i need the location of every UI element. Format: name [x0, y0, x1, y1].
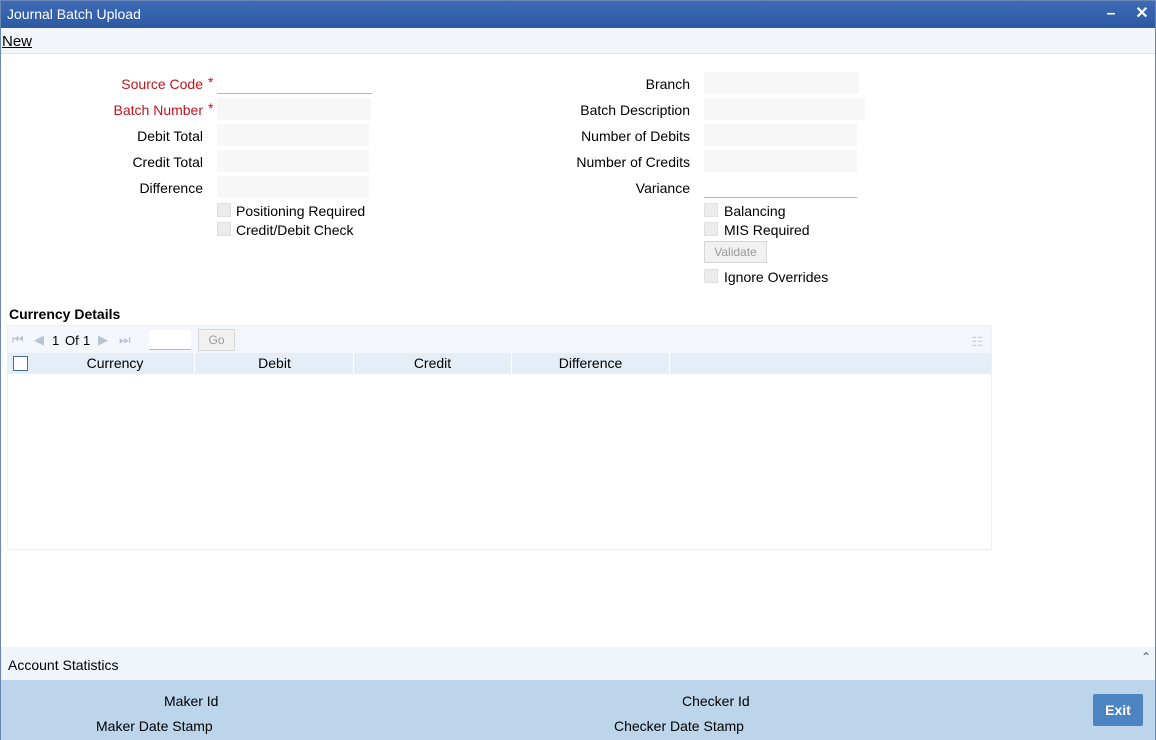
branch-input[interactable]: [704, 72, 859, 94]
branch-label: Branch: [645, 76, 690, 92]
debit-total-input[interactable]: [217, 124, 369, 146]
mis-required-label: MIS Required: [724, 222, 810, 238]
current-page: 1: [52, 333, 60, 348]
new-menu-item[interactable]: New: [2, 33, 32, 50]
mis-required-checkbox[interactable]: [704, 222, 718, 236]
grid-toolbar: ⏮ ◀ 1 Of 1 ▶ ⏭ Go ☷: [8, 326, 991, 353]
menu-bar: New: [1, 28, 1155, 54]
number-of-credits-input[interactable]: [704, 150, 857, 172]
batch-description-label: Batch Description: [580, 102, 690, 118]
account-statistics-bar: Account Statistics ⌃: [1, 647, 1155, 680]
batch-description-input[interactable]: [704, 98, 865, 120]
maker-id-label: Maker Id: [164, 693, 219, 709]
journal-batch-upload-window: Journal Batch Upload – ✕ New Source Code…: [0, 0, 1156, 740]
ignore-overrides-label: Ignore Overrides: [724, 269, 829, 285]
minimize-icon[interactable]: –: [1100, 4, 1122, 24]
last-page-icon[interactable]: ⏭: [119, 332, 131, 348]
debit-total-label: Debit Total: [137, 128, 203, 144]
close-icon[interactable]: ✕: [1131, 4, 1153, 24]
page-of-label: Of: [65, 333, 79, 348]
credit-total-input[interactable]: [217, 150, 369, 172]
variance-input[interactable]: [704, 176, 857, 198]
difference-label: Difference: [139, 180, 203, 196]
positioning-required-checkbox[interactable]: [217, 203, 231, 217]
column-header-difference[interactable]: Difference: [512, 353, 670, 374]
title-bar: Journal Batch Upload – ✕: [1, 1, 1155, 28]
ignore-overrides-checkbox[interactable]: [704, 269, 718, 283]
number-of-debits-label: Number of Debits: [581, 128, 690, 144]
go-button[interactable]: Go: [198, 329, 235, 351]
batch-number-input[interactable]: [217, 98, 371, 120]
number-of-debits-input[interactable]: [704, 124, 857, 146]
balancing-checkbox[interactable]: [704, 203, 718, 217]
batch-number-label: Batch Number: [113, 102, 203, 118]
select-all-checkbox[interactable]: [13, 356, 28, 371]
credit-debit-check-label: Credit/Debit Check: [236, 222, 354, 238]
column-header-currency[interactable]: Currency: [36, 353, 195, 374]
credit-total-label: Credit Total: [132, 154, 203, 170]
source-code-input[interactable]: [217, 72, 372, 94]
checker-id-label: Checker Id: [682, 693, 750, 709]
balancing-label: Balancing: [724, 203, 786, 219]
first-page-icon[interactable]: ⏮: [12, 332, 24, 348]
currency-details-grid: ⏮ ◀ 1 Of 1 ▶ ⏭ Go ☷ Currency Debit Credi…: [7, 325, 992, 550]
required-marker: *: [208, 100, 214, 116]
exit-button[interactable]: Exit: [1093, 694, 1143, 726]
prev-page-icon[interactable]: ◀: [34, 332, 44, 348]
column-header-debit[interactable]: Debit: [196, 353, 354, 374]
audit-footer: Maker Id Maker Date Stamp Checker Id Che…: [1, 680, 1155, 740]
difference-input[interactable]: [217, 176, 369, 198]
number-of-credits-label: Number of Credits: [576, 154, 690, 170]
positioning-required-label: Positioning Required: [236, 203, 366, 219]
total-pages: 1: [83, 333, 91, 348]
window-title: Journal Batch Upload: [7, 6, 141, 22]
variance-label: Variance: [635, 180, 690, 196]
credit-debit-check-checkbox[interactable]: [217, 222, 231, 236]
maker-date-stamp-label: Maker Date Stamp: [96, 718, 213, 734]
currency-details-title: Currency Details: [9, 306, 121, 322]
account-statistics-label: Account Statistics: [8, 657, 119, 673]
source-code-label: Source Code: [121, 76, 203, 92]
grid-header-row: Currency Debit Credit Difference: [8, 353, 991, 374]
validate-button[interactable]: Validate: [704, 241, 767, 263]
column-header-credit[interactable]: Credit: [354, 353, 512, 374]
next-page-icon[interactable]: ▶: [98, 332, 108, 348]
page-number-input[interactable]: [149, 330, 191, 350]
checker-date-stamp-label: Checker Date Stamp: [614, 718, 744, 734]
collapse-up-icon[interactable]: ⌃: [1141, 650, 1151, 664]
column-list-icon[interactable]: ☷: [971, 334, 983, 350]
required-marker: *: [208, 74, 214, 90]
